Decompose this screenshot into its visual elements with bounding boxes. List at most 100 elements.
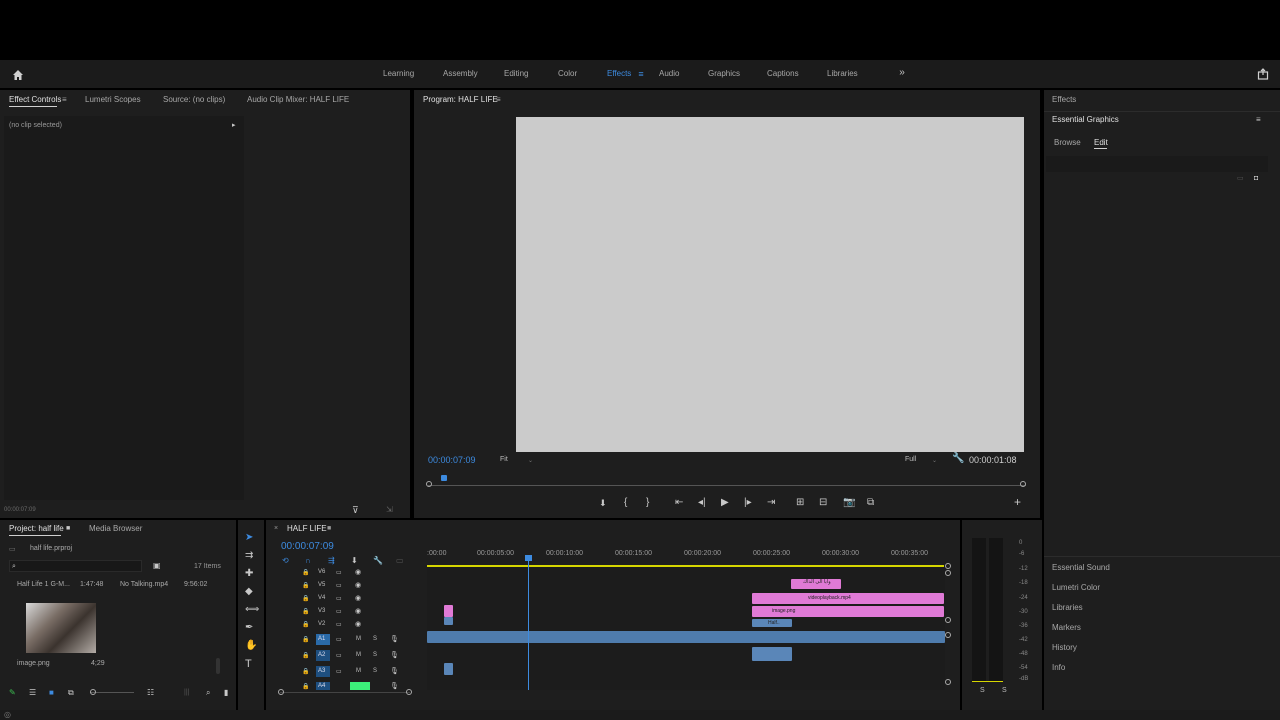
zoom-start-handle[interactable] [278,689,284,695]
close-icon[interactable]: × [274,524,278,534]
tab-audio[interactable]: Audio [659,69,679,78]
sync-icon[interactable]: ▭ [336,651,342,661]
home-icon[interactable] [12,69,24,81]
insert-icon[interactable]: ⇶ [328,556,335,566]
lock-icon[interactable]: 🔒 [302,594,309,604]
audio-clip[interactable] [444,663,453,675]
tab-effects-panel[interactable]: Effects [1052,95,1076,104]
sequence-tab[interactable]: HALF LIFE [287,524,327,533]
lock-icon[interactable]: 🔒 [302,651,309,661]
step-forward-icon[interactable]: |▸ [744,498,752,508]
lock-icon[interactable]: 🔒 [302,568,309,578]
eye-icon[interactable]: ◉ [355,568,361,578]
tab-source[interactable]: Source: (no clips) [163,95,225,104]
hand-tool-icon[interactable]: ✋ [245,641,257,651]
audio-clip[interactable] [752,647,792,661]
solo-button[interactable]: S [980,687,985,694]
image-clip[interactable]: image.png [752,606,944,617]
sync-icon[interactable]: ▭ [336,568,342,578]
microphone-icon[interactable]: 🎙 [390,682,399,690]
half-clip[interactable]: Half.. [752,619,792,627]
fit-select[interactable]: Fit [500,456,508,463]
double-chevron-right-icon[interactable]: » [897,68,907,78]
eye-icon[interactable]: ◉ [355,607,361,617]
panel-menu-icon[interactable]: ■ [327,524,331,534]
add-marker-icon[interactable]: ⬇ [599,498,607,508]
list-view-icon[interactable]: ☰ [29,688,36,698]
lock-icon[interactable]: 🔒 [302,682,309,690]
tab-libraries[interactable]: Libraries [827,69,858,78]
scroll-handle[interactable] [945,570,951,576]
lock-icon[interactable]: 🔒 [302,667,309,677]
horizontal-zoom-bar[interactable] [278,689,412,695]
pen-tool-icon[interactable]: ✒ [245,623,253,633]
audio-clip[interactable] [427,631,945,643]
type-tool-icon[interactable]: T [245,659,252,670]
tab-edit[interactable]: Edit [1094,138,1108,147]
play-icon[interactable]: ▶ [721,498,729,508]
snap-icon[interactable]: ⟲ [282,556,289,566]
menu-icon[interactable]: ≡ [636,69,646,79]
sync-icon[interactable]: ▭ [336,635,342,645]
zoom-slider[interactable] [90,689,134,695]
slider-handle[interactable] [90,689,96,695]
mute-button[interactable]: M [356,636,361,642]
scroll-handle[interactable] [945,632,951,638]
new-item-icon[interactable]: ▮ [224,688,228,698]
sync-icon[interactable]: ▭ [336,594,342,604]
ripple-edit-tool-icon[interactable]: ✚ [245,569,253,579]
panel-menu-icon[interactable]: ≡ [496,95,501,104]
solo-button[interactable]: S [1002,687,1007,694]
tab-effect-controls[interactable]: Effect Controls [9,95,61,104]
linked-selection-icon[interactable]: ∩ [305,556,311,566]
export-icon[interactable]: ⇲ [386,505,393,515]
search-input[interactable]: ⌕ [9,560,142,572]
tab-lumetri-scopes[interactable]: Lumetri Scopes [85,95,141,104]
program-scrubber[interactable] [426,475,1026,487]
zoom-end-handle[interactable] [406,689,412,695]
chevron-down-icon[interactable]: ⌄ [932,456,937,466]
camera-icon[interactable]: 📷 [843,498,855,508]
tab-color[interactable]: Color [558,69,577,78]
solo-button[interactable]: S [373,668,377,674]
panel-menu-icon[interactable]: ≡ [1256,115,1261,125]
small-clip[interactable] [444,605,453,617]
timeline-current-time[interactable]: 00:00:07:09 [281,541,334,552]
go-to-in-icon[interactable]: ⇤ [675,498,683,508]
thumbnail-image[interactable] [26,603,96,653]
microphone-icon[interactable]: 🎙 [390,651,399,661]
lock-icon[interactable]: 🔒 [302,635,309,645]
timeline-ruler[interactable]: :00:00 00:00:05:00 00:00:10:00 00:00:15:… [427,546,951,569]
sync-icon[interactable]: ▭ [336,581,342,591]
tab-editing[interactable]: Editing [504,69,528,78]
mute-button[interactable]: M [356,652,361,658]
comparison-view-icon[interactable]: ⧉ [867,498,874,508]
freeform-view-icon[interactable]: ⧉ [68,688,74,698]
plus-icon[interactable]: + [1014,496,1021,508]
track-select-tool-icon[interactable]: ⇉ [245,551,253,561]
sync-icon[interactable]: ▭ [336,607,342,617]
scrollbar[interactable] [216,658,220,674]
tab-captions[interactable]: Captions [767,69,799,78]
tab-graphics[interactable]: Graphics [708,69,740,78]
wrench-icon[interactable]: 🔧 [952,454,964,464]
find-icon[interactable]: ⌕ [206,688,210,698]
lock-icon[interactable]: 🔒 [302,607,309,617]
panel-essential-sound[interactable]: Essential Sound [1052,563,1110,572]
program-current-time[interactable]: 00:00:07:09 [428,455,476,465]
panel-menu-icon[interactable]: ■ [66,524,70,534]
sort-icon[interactable]: ☷ [147,688,154,698]
razor-tool-icon[interactable]: ◆ [245,587,253,597]
mute-button[interactable]: M [356,668,361,674]
tab-audio-clip-mixer[interactable]: Audio Clip Mixer: HALF LIFE [247,95,349,104]
lift-icon[interactable]: ⊞ [796,498,804,508]
tab-media-browser[interactable]: Media Browser [89,524,142,533]
eye-icon[interactable]: ◉ [355,620,361,630]
scroll-handle[interactable] [945,679,951,685]
captions-icon[interactable]: ▭ [396,556,404,566]
go-to-out-icon[interactable]: ⇥ [767,498,775,508]
track-area[interactable]: وايا الى الذاك videoplayback.mp4 image.p… [427,555,945,690]
new-bin-icon[interactable]: ▣ [153,561,161,571]
mark-in-icon[interactable]: { [624,498,627,508]
quality-select[interactable]: Full [905,456,916,463]
